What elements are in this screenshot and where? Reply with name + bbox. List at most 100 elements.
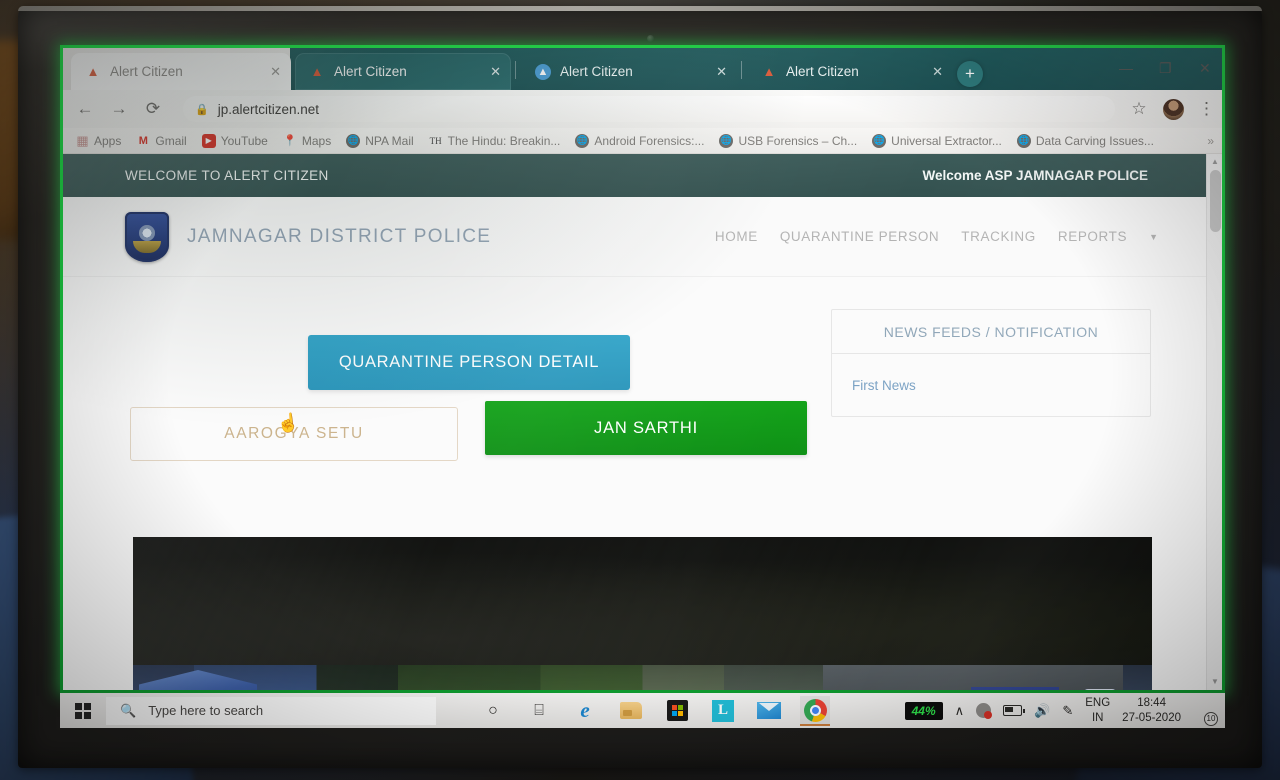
hindu-icon: TH	[429, 135, 442, 146]
nav-item-reports[interactable]: REPORTS	[1058, 229, 1127, 244]
url-text: jp.alertcitizen.net	[217, 101, 320, 117]
main-navigation: HOME QUARANTINE PERSON TRACKING REPORTS …	[715, 229, 1158, 244]
bookmark-usb-forensics[interactable]: 🌐 USB Forensics – Ch...	[719, 133, 858, 148]
address-bar[interactable]: 🔒 jp.alertcitizen.net	[183, 96, 1115, 122]
bookmark-universal-extractor[interactable]: 🌐 Universal Extractor...	[872, 133, 1002, 148]
lock-icon: 🔒	[195, 103, 209, 116]
tab-title: Alert Citizen	[110, 64, 183, 79]
lenovo-app-icon[interactable]: L	[708, 696, 738, 726]
close-icon[interactable]: ✕	[478, 64, 501, 80]
microsoft-store-icon[interactable]	[662, 696, 692, 726]
browser-tab-strip: ▲ Alert Citizen ✕ ▲ Alert Citizen ✕ ▲ Al…	[63, 48, 1222, 90]
windows-logo-icon[interactable]	[70, 698, 96, 724]
quarantine-person-detail-button[interactable]: QUARANTINE PERSON DETAIL	[308, 335, 630, 390]
nav-item-tracking[interactable]: TRACKING	[961, 229, 1036, 244]
bookmark-gmail[interactable]: M Gmail	[136, 134, 187, 148]
bookmark-data-carving[interactable]: 🌐 Data Carving Issues...	[1016, 133, 1154, 148]
bookmark-label: The Hindu: Breakin...	[447, 133, 561, 148]
edge-icon[interactable]: e	[570, 696, 600, 726]
globe-icon: 🌐	[575, 133, 590, 148]
webcam-icon	[647, 35, 654, 42]
new-tab-button[interactable]: +	[957, 61, 983, 87]
brand-name: JAMNAGAR DISTRICT POLICE	[187, 225, 492, 247]
taskbar-app-icons: ○ ⌸ e L	[470, 695, 838, 726]
welcome-user: Welcome ASP JAMNAGAR POLICE	[922, 168, 1148, 183]
system-tray: 44% ∧ 🔊 ✎ ENG IN 18:44 27-05-2020 10	[904, 696, 1225, 726]
search-placeholder: Type here to search	[148, 703, 264, 718]
battery-icon[interactable]	[1003, 705, 1026, 716]
browser-tab-4[interactable]: ▲ Alert Citizen ✕	[747, 53, 953, 90]
bookmarks-overflow-icon[interactable]: »	[1207, 134, 1214, 148]
back-icon[interactable]: ←	[75, 99, 95, 119]
tray-expand-chevron-icon[interactable]: ∧	[955, 703, 965, 719]
banner-dark-region	[133, 537, 1152, 665]
language-indicator[interactable]: ENG IN	[1085, 696, 1110, 725]
profile-avatar[interactable]	[1163, 98, 1184, 120]
news-feeds-header: NEWS FEEDS / NOTIFICATION	[832, 310, 1150, 354]
bookmark-label: Data Carving Issues...	[1035, 133, 1154, 148]
browser-tab-2-active[interactable]: ▲ Alert Citizen ✕	[295, 53, 511, 90]
welcome-title: WELCOME TO ALERT CITIZEN	[125, 168, 329, 183]
laptop-photo-scene: ▲ Alert Citizen ✕ ▲ Alert Citizen ✕ ▲ Al…	[0, 0, 1280, 780]
tab-separator	[515, 61, 516, 79]
bookmark-npa-mail[interactable]: 🌐 NPA Mail	[346, 133, 414, 148]
cortana-icon[interactable]: ○	[478, 696, 508, 726]
chevron-down-icon[interactable]: ▼	[1149, 232, 1158, 242]
bookmark-label: USB Forensics – Ch...	[738, 133, 858, 148]
apps-grid-icon: ▦	[76, 132, 88, 148]
bookmark-label: Maps	[301, 133, 332, 148]
notification-center-icon[interactable]: 10	[1193, 700, 1218, 726]
close-window-button[interactable]: ✕	[1199, 60, 1211, 77]
tab-title: Alert Citizen	[786, 64, 859, 79]
home-banner-photo: શ્રી જી જી હોસ્પિટલ કોવિડ હોસ્પિટલ COVID…	[133, 537, 1152, 690]
file-explorer-icon[interactable]	[616, 696, 646, 726]
brand[interactable]: JAMNAGAR DISTRICT POLICE	[125, 211, 492, 262]
bookmark-the-hindu[interactable]: TH The Hindu: Breakin...	[429, 134, 561, 148]
task-view-icon[interactable]: ⌸	[524, 696, 554, 726]
scrollbar-thumb[interactable]	[1210, 170, 1221, 232]
bookmark-youtube[interactable]: ▶ YouTube	[201, 133, 268, 148]
browser-tab-3[interactable]: ▲ Alert Citizen ✕	[521, 53, 737, 90]
page-scrollbar[interactable]: ▲ ▼	[1206, 154, 1222, 690]
reload-icon[interactable]: ⟳	[143, 99, 163, 119]
bookmark-maps[interactable]: 📍 Maps	[283, 134, 331, 148]
close-icon[interactable]: ✕	[920, 64, 943, 80]
jan-sarthi-button[interactable]: JAN SARTHI	[485, 401, 807, 455]
police-emblem-icon	[1083, 689, 1117, 690]
pen-icon[interactable]: ✎	[1062, 703, 1073, 719]
bookmark-star-icon[interactable]: ☆	[1129, 99, 1149, 119]
battery-percent-badge: 44%	[904, 701, 943, 720]
close-icon[interactable]: ✕	[704, 64, 727, 80]
volume-icon[interactable]: 🔊	[1034, 703, 1050, 719]
laptop-top-edge	[18, 6, 1262, 11]
close-icon[interactable]: ✕	[258, 64, 281, 80]
chrome-icon[interactable]	[800, 695, 830, 726]
clock[interactable]: 18:44 27-05-2020	[1122, 696, 1181, 725]
taskbar-search-input[interactable]: 🔍 Type here to search	[106, 696, 436, 725]
bookmark-android-forensics[interactable]: 🌐 Android Forensics:...	[575, 133, 704, 148]
mail-icon[interactable]	[754, 696, 784, 726]
browser-toolbar: ← → ⟳ 🔒 jp.alertcitizen.net ☆ ⋮	[63, 90, 1222, 128]
bookmarks-bar: ▦ Apps M Gmail ▶ YouTube 📍 Maps 🌐 NPA Ma…	[63, 128, 1222, 154]
nav-item-quarantine-person[interactable]: QUARANTINE PERSON	[780, 229, 939, 244]
bookmark-label: Universal Extractor...	[891, 133, 1002, 148]
globe-icon: 🌐	[872, 133, 887, 148]
page-content: QUARANTINE PERSON DETAIL AAROGYA SETU JA…	[63, 277, 1206, 690]
bookmark-apps[interactable]: ▦ Apps	[75, 132, 121, 148]
nav-item-home[interactable]: HOME	[715, 229, 758, 244]
scroll-up-icon[interactable]: ▲	[1207, 154, 1222, 170]
youtube-icon: ▶	[201, 133, 216, 148]
police-crest-icon	[125, 211, 169, 262]
globe-icon: 🌐	[346, 133, 361, 148]
clock-time: 18:44	[1137, 697, 1166, 710]
mouse-cursor-pointer-icon: ☝	[275, 411, 301, 435]
chrome-menu-icon[interactable]: ⋮	[1198, 99, 1215, 119]
forward-icon[interactable]: →	[109, 99, 129, 119]
scroll-down-icon[interactable]: ▼	[1207, 674, 1222, 690]
news-item-first[interactable]: First News	[832, 354, 1150, 416]
browser-tab-1[interactable]: ▲ Alert Citizen ✕	[71, 53, 291, 90]
minimize-button[interactable]: —	[1119, 60, 1133, 76]
network-offline-icon[interactable]	[976, 703, 993, 719]
maximize-button[interactable]: ❐	[1159, 60, 1172, 77]
alert-citizen-icon: ▲	[310, 64, 324, 79]
